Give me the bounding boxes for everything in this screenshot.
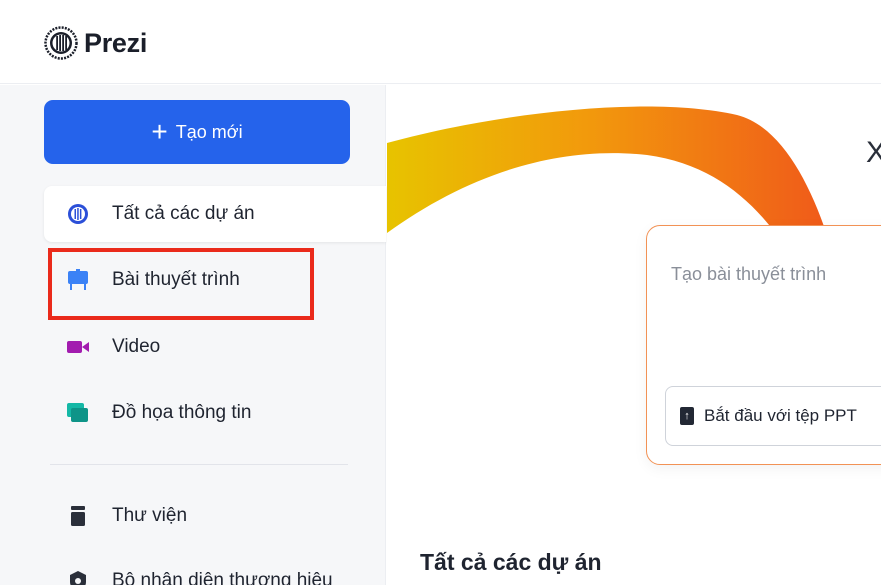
prezi-logo-icon (44, 26, 78, 60)
sidebar-item-library[interactable]: Thư viện (44, 488, 386, 544)
create-prompt-text[interactable]: Tạo bài thuyết trình (671, 264, 826, 285)
sidebar-item-brand-kit[interactable]: Bộ nhận diện thương hiệu (44, 553, 386, 585)
sidebar-item-label: Bài thuyết trình (112, 269, 240, 290)
plus-icon: + (151, 116, 168, 147)
sidebar-item-video[interactable]: Video (44, 319, 386, 375)
sidebar-item-presentations[interactable]: Bài thuyết trình (44, 252, 386, 308)
create-new-label: Tạo mới (175, 121, 243, 142)
library-icon (66, 504, 90, 528)
sidebar-item-label: Tất cả các dự án (112, 203, 255, 224)
infographic-icon (66, 401, 90, 425)
sidebar-item-label: Đồ họa thông tin (112, 402, 252, 423)
sidebar-item-all-projects[interactable]: Tất cả các dự án (44, 186, 386, 242)
top-bar: Prezi (0, 0, 881, 84)
create-presentation-card: Tạo bài thuyết trình ↑ Bắt đầu với tệp P… (646, 225, 881, 465)
start-with-ppt-button[interactable]: ↑ Bắt đầu với tệp PPT (665, 386, 881, 446)
sidebar-item-label: Thư viện (112, 505, 188, 526)
create-new-button[interactable]: + Tạo mới (44, 100, 350, 164)
prezi-logo[interactable]: Prezi (44, 26, 147, 60)
sidebar-item-infographics[interactable]: Đồ họa thông tin (44, 385, 386, 441)
section-title: Tất cả các dự án (420, 549, 602, 575)
presentation-icon (66, 268, 90, 292)
sidebar-item-label: Bộ nhận diện thương hiệu (112, 570, 333, 585)
brand-kit-icon (66, 569, 90, 585)
sidebar-divider (50, 464, 348, 465)
projects-icon (66, 202, 90, 226)
sidebar-item-label: Video (112, 336, 161, 357)
video-icon (66, 335, 90, 359)
close-button[interactable]: X (866, 136, 881, 170)
start-with-ppt-label: Bắt đầu với tệp PPT (704, 406, 857, 425)
app-name: Prezi (84, 27, 148, 58)
upload-file-icon: ↑ (680, 407, 694, 425)
